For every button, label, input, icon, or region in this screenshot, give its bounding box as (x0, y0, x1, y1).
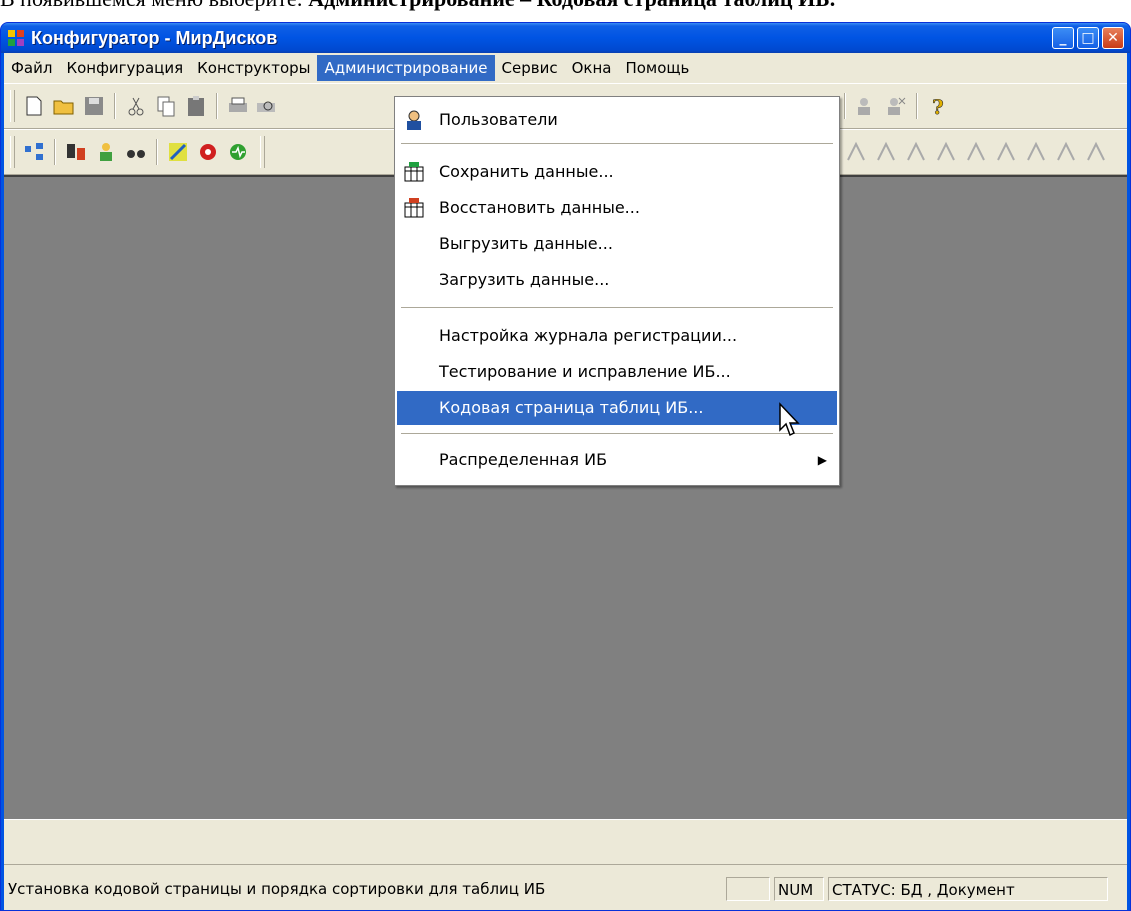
svg-text:?: ? (932, 95, 944, 118)
menu-separator (401, 433, 833, 434)
search-objects-icon[interactable] (64, 140, 88, 164)
status-bar: Установка кодовой страницы и порядка сор… (4, 864, 1127, 910)
caption-bold-text: Администрирование – Кодовая страница таб… (308, 0, 835, 11)
toolbar-grip[interactable] (260, 136, 265, 168)
submenu-arrow-icon: ▶ (817, 453, 827, 467)
disabled-tool-icon (907, 141, 925, 161)
menu-item-label: Сохранить данные... (439, 162, 614, 181)
disabled-tool-icon (937, 141, 955, 161)
disabled-tool-icon (1027, 141, 1045, 161)
print-icon[interactable] (226, 94, 250, 118)
toolbar-separator (216, 93, 218, 119)
maximize-icon: □ (1081, 30, 1095, 46)
menu-item-label: Тестирование и исправление ИБ... (439, 362, 731, 381)
menu-service[interactable]: Сервис (495, 55, 565, 81)
copy-icon[interactable] (154, 94, 178, 118)
save-icon[interactable] (82, 94, 106, 118)
help-icon[interactable]: ? (926, 94, 950, 118)
menu-file[interactable]: Файл (4, 55, 59, 81)
menu-item-log-settings[interactable]: Настройка журнала регистрации... (397, 319, 837, 353)
disabled-tool-icon (877, 141, 895, 161)
restore-data-icon (404, 198, 424, 218)
close-button[interactable]: ✕ (1102, 27, 1124, 49)
caption-text: В появившемся меню выберите: (0, 0, 308, 11)
new-document-icon[interactable] (22, 94, 46, 118)
users-icon (407, 110, 421, 130)
disabled-tool-icon (997, 141, 1015, 161)
menu-separator (401, 143, 833, 144)
disabled-tool-icon (1057, 141, 1075, 161)
menu-item-label: Пользователи (439, 110, 558, 129)
menu-help[interactable]: Помощь (618, 55, 696, 81)
close-icon: ✕ (1107, 30, 1119, 46)
menu-item-distributed-ib[interactable]: Распределенная ИБ ▶ (397, 443, 837, 477)
toolbar-grip[interactable] (10, 136, 15, 168)
user-delete-icon[interactable] (884, 94, 908, 118)
menu-item-export-data[interactable]: Выгрузить данные... (397, 227, 837, 261)
menu-item-test-and-repair[interactable]: Тестирование и исправление ИБ... (397, 355, 837, 389)
monitor-icon[interactable] (226, 140, 250, 164)
menu-configuration[interactable]: Конфигурация (59, 55, 190, 81)
menu-administration[interactable]: Администрирование (317, 55, 495, 81)
open-folder-icon[interactable] (52, 94, 76, 118)
menu-item-users[interactable]: Пользователи (397, 103, 837, 137)
toolbar-separator (916, 93, 918, 119)
menu-windows[interactable]: Окна (565, 55, 619, 81)
menu-item-label: Распределенная ИБ (439, 450, 608, 469)
instruction-caption: В появившемся меню выберите: Администрир… (0, 0, 1131, 12)
menu-item-label: Восстановить данные... (439, 198, 640, 217)
menu-separator (401, 307, 833, 308)
save-data-icon (404, 162, 424, 182)
status-num: NUM (774, 877, 824, 901)
toolbar-separator (844, 93, 846, 119)
app-icon (8, 30, 24, 46)
toolbar-separator (54, 139, 56, 165)
disabled-tool-icon (1087, 141, 1105, 161)
menu-item-label: Загрузить данные... (439, 270, 610, 289)
menu-item-import-data[interactable]: Загрузить данные... (397, 263, 837, 297)
mouse-cursor-icon (779, 402, 800, 437)
paste-icon[interactable] (184, 94, 208, 118)
bottom-panel (4, 819, 1127, 865)
maximize-button[interactable]: □ (1077, 27, 1099, 49)
minimize-button[interactable]: _ (1052, 27, 1074, 49)
find-icon[interactable] (124, 140, 148, 164)
menu-item-code-page[interactable]: Кодовая страница таблиц ИБ... (397, 391, 837, 425)
tree-icon[interactable] (22, 140, 46, 164)
menu-constructors[interactable]: Конструкторы (190, 55, 317, 81)
menu-item-restore-data[interactable]: Восстановить данные... (397, 191, 837, 225)
cut-icon[interactable] (124, 94, 148, 118)
debug-icon[interactable] (196, 140, 220, 164)
toolbar-grip[interactable] (10, 90, 15, 122)
toolbar-separator (114, 93, 116, 119)
menu-item-save-data[interactable]: Сохранить данные... (397, 155, 837, 189)
menu-item-label: Настройка журнала регистрации... (439, 326, 738, 345)
syntax-check-icon[interactable] (166, 140, 190, 164)
menu-bar: Файл Конфигурация Конструкторы Администр… (4, 53, 1127, 83)
administration-menu: Пользователи Сохранить данные... Восстан… (394, 96, 840, 486)
user-tool-icon[interactable] (854, 94, 878, 118)
title-bar[interactable]: Конфигуратор - МирДисков _ □ ✕ (1, 23, 1130, 53)
status-state: СТАТУС: БД , Документ (828, 877, 1108, 901)
wizard-icon[interactable] (94, 140, 118, 164)
menu-item-label: Кодовая страница таблиц ИБ... (439, 398, 704, 417)
window-title: Конфигуратор - МирДисков (31, 28, 278, 48)
disabled-tool-icon (967, 141, 985, 161)
disabled-tool-icon (847, 141, 865, 161)
toolbar-separator (156, 139, 158, 165)
minimize-icon: _ (1059, 30, 1067, 46)
status-message: Установка кодовой страницы и порядка сор… (8, 880, 546, 898)
menu-item-label: Выгрузить данные... (439, 234, 613, 253)
status-empty-cell (726, 877, 770, 901)
print-preview-icon[interactable] (254, 94, 278, 118)
